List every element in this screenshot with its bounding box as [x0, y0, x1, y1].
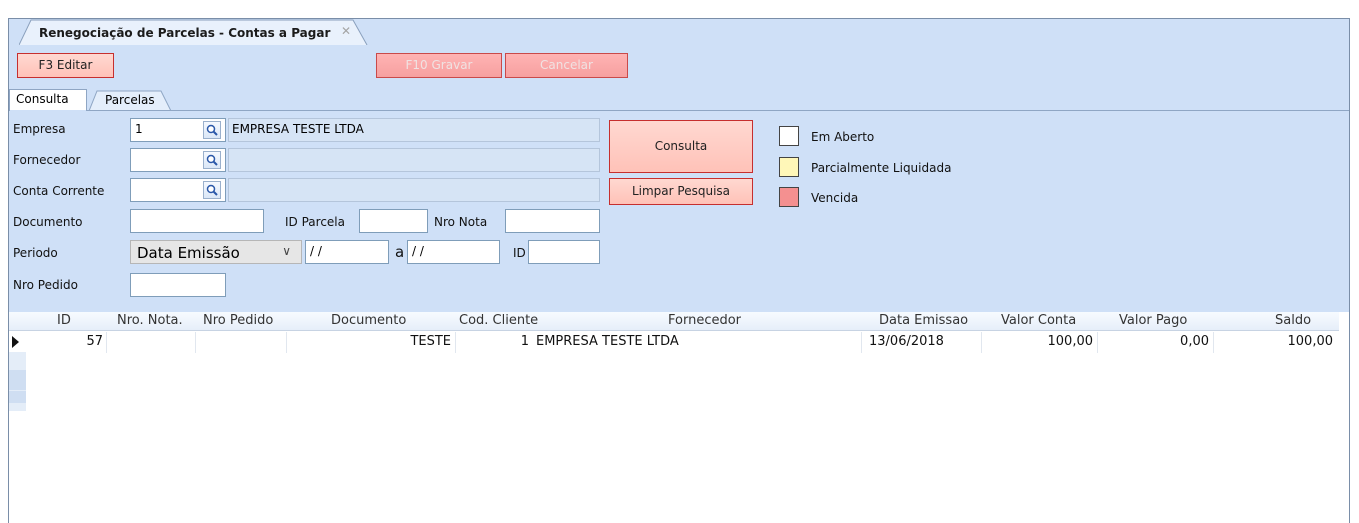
nro-pedido-label: Nro Pedido	[13, 278, 78, 292]
nro-pedido-input[interactable]	[130, 273, 226, 297]
periodo-type-select[interactable]: Data Emissão ∨	[130, 240, 302, 264]
column-header-fornecedor[interactable]: Fornecedor	[668, 313, 741, 328]
id-input[interactable]	[528, 240, 600, 264]
cell-divider	[1213, 332, 1214, 353]
tab-consulta-label: Consulta	[16, 92, 69, 106]
tab-parcelas[interactable]: Parcelas	[89, 90, 171, 111]
tab-divider	[9, 110, 1349, 111]
conta-corrente-name-field	[228, 178, 600, 202]
chevron-down-icon: ∨	[282, 244, 291, 258]
fornecedor-label: Fornecedor	[13, 153, 81, 167]
nro-nota-label: Nro Nota	[434, 215, 488, 229]
documento-input[interactable]	[130, 209, 264, 233]
close-icon[interactable]: ✕	[341, 24, 351, 38]
cell-documento: TESTE	[410, 334, 451, 349]
active-tab-joint	[10, 110, 86, 112]
column-header-saldo[interactable]: Saldo	[1275, 313, 1311, 328]
empresa-name-field: EMPRESA TESTE LTDA	[228, 118, 600, 142]
cell-divider	[1097, 332, 1098, 353]
column-header-nro-pedido[interactable]: Nro Pedido	[203, 313, 273, 328]
conta-corrente-search-icon[interactable]	[203, 181, 221, 199]
cell-divider	[981, 332, 982, 353]
cell-divider	[861, 332, 862, 353]
fornecedor-search-icon[interactable]	[203, 151, 221, 169]
empresa-search-icon[interactable]	[203, 121, 221, 139]
periodo-to-input[interactable]: / /	[407, 240, 500, 264]
nro-nota-input[interactable]	[505, 209, 600, 233]
periodo-label: Periodo	[13, 246, 58, 260]
column-header-id[interactable]: ID	[57, 313, 71, 328]
column-header-documento[interactable]: Documento	[331, 313, 406, 328]
periodo-type-value: Data Emissão	[137, 244, 240, 262]
grid-header: ID Nro. Nota. Nro Pedido Documento Cod. …	[9, 312, 1339, 331]
edit-button[interactable]: F3 Editar	[17, 53, 114, 78]
cell-divider	[455, 332, 456, 353]
results-grid: ID Nro. Nota. Nro Pedido Documento Cod. …	[9, 312, 1339, 523]
tab-parcelas-label: Parcelas	[105, 93, 155, 107]
save-button[interactable]: F10 Gravar	[376, 53, 502, 78]
cell-divider	[286, 332, 287, 353]
limpar-pesquisa-button[interactable]: Limpar Pesquisa	[609, 178, 753, 205]
legend-swatch-vencida	[779, 187, 799, 207]
periodo-separator: a	[395, 243, 405, 261]
column-header-nro-nota[interactable]: Nro. Nota.	[117, 313, 183, 328]
legend-swatch-em-aberto	[779, 126, 799, 146]
fornecedor-name-field	[228, 148, 600, 172]
cell-divider	[106, 332, 107, 353]
cell-valor-conta: 100,00	[1047, 334, 1094, 349]
filter-panel: Renegociação de Parcelas - Contas a Paga…	[9, 19, 1349, 312]
legend-label-em-aberto: Em Aberto	[811, 130, 875, 144]
periodo-from-input[interactable]: / /	[305, 240, 389, 264]
document-tab[interactable]: Renegociação de Parcelas - Contas a Paga…	[19, 19, 369, 45]
consulta-button[interactable]: Consulta	[609, 120, 753, 173]
row-indicator-strip	[9, 370, 26, 390]
cell-id: 57	[86, 334, 103, 349]
column-header-cod-cliente[interactable]: Cod. Cliente	[459, 313, 538, 328]
id-parcela-label: ID Parcela	[285, 215, 345, 229]
column-header-data-emissao[interactable]: Data Emissao	[879, 313, 968, 328]
cell-fornecedor: EMPRESA TESTE LTDA	[536, 334, 679, 349]
cell-valor-pago: 0,00	[1180, 334, 1209, 349]
current-row-arrow-icon	[12, 336, 19, 348]
id-parcela-input[interactable]	[359, 209, 428, 233]
row-indicator-strip	[9, 391, 26, 403]
column-header-valor-pago[interactable]: Valor Pago	[1119, 313, 1187, 328]
cell-cod-cliente: 1	[520, 334, 529, 349]
window-frame: Renegociação de Parcelas - Contas a Paga…	[8, 18, 1350, 523]
cell-data-emissao: 13/06/2018	[869, 334, 944, 349]
cancel-button[interactable]: Cancelar	[505, 53, 628, 78]
document-tab-title: Renegociação de Parcelas - Contas a Paga…	[39, 26, 331, 40]
column-header-valor-conta[interactable]: Valor Conta	[1001, 313, 1076, 328]
id-label: ID	[513, 246, 526, 260]
conta-corrente-label: Conta Corrente	[13, 184, 105, 198]
legend-label-parcialmente-liquidada: Parcialmente Liquidada	[811, 161, 952, 175]
legend-label-vencida: Vencida	[811, 191, 859, 205]
tab-consulta[interactable]: Consulta	[9, 89, 87, 111]
legend-swatch-parcialmente-liquidada	[779, 157, 799, 177]
table-row[interactable]: 57 TESTE 1 EMPRESA TESTE LTDA 13/06/2018…	[9, 332, 1339, 353]
cell-saldo: 100,00	[1287, 334, 1334, 349]
cell-divider	[195, 332, 196, 353]
documento-label: Documento	[13, 215, 83, 229]
empresa-label: Empresa	[13, 122, 66, 136]
